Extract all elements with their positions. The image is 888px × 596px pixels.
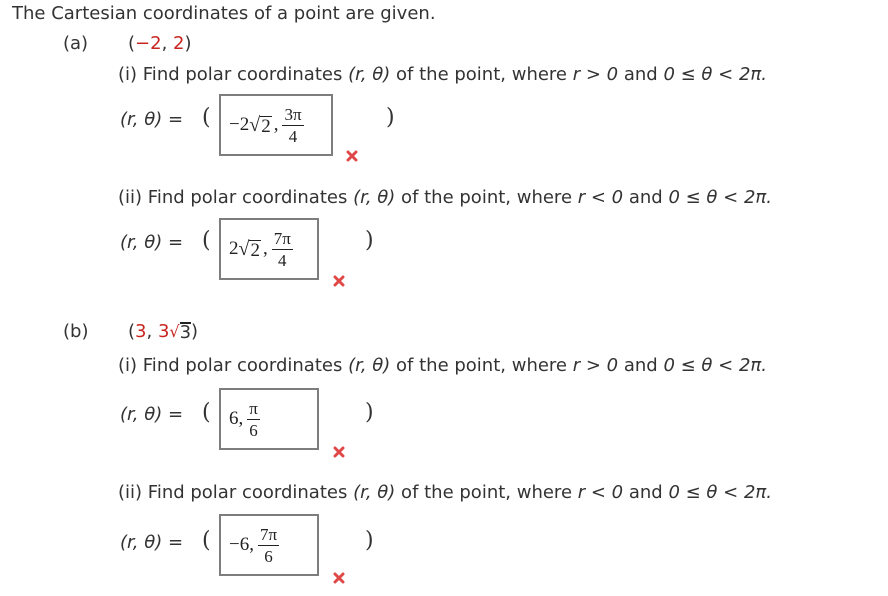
condition-theta: 0 ≤ θ < 2π.	[663, 355, 767, 376]
condition-theta: 0 ≤ θ < 2π.	[668, 187, 772, 208]
prompt-text: of the point, where	[395, 187, 578, 208]
r-radicand: 2	[260, 115, 272, 137]
open-paren: (	[202, 528, 211, 553]
close-paren: )	[365, 400, 374, 425]
r-coef: 2	[229, 238, 239, 259]
answer-expression: 2 √ 2, 7π 4	[229, 220, 293, 278]
point-y-coef: 3	[157, 321, 170, 342]
point-x: −2	[135, 33, 162, 54]
point-open-paren: (	[128, 321, 136, 342]
prompt-text: and	[618, 355, 664, 376]
theta-fraction: 3π 4	[282, 104, 304, 146]
theta-den: 6	[249, 420, 258, 440]
sqrt: √ 2	[238, 237, 261, 261]
answer-expression: −6, 7π 6	[229, 516, 280, 574]
x-mark-icon	[333, 446, 345, 458]
close-paren: )	[365, 228, 374, 253]
question-title: The Cartesian coordinates of a point are…	[12, 3, 436, 24]
part-b-ii-eq-label: (r, θ) =	[120, 532, 183, 554]
part-b-i-answer-input[interactable]: 6, π6	[219, 388, 319, 450]
answer-expression: −2 √ 2, 3π 4	[229, 96, 304, 154]
condition-r: r > 0	[572, 64, 619, 85]
part-b-i-eq-label: (r, θ) =	[120, 404, 183, 426]
point-close-paren: )	[184, 33, 192, 54]
part-a-point: (−2, 2)	[128, 33, 192, 55]
condition-r: r < 0	[577, 482, 624, 503]
theta-den: 4	[288, 126, 298, 146]
open-paren: (	[202, 228, 211, 253]
open-paren: (	[202, 400, 211, 425]
close-paren: )	[365, 528, 374, 553]
part-b-ii-prompt: (ii) Find polar coordinates (r, θ) of th…	[118, 482, 772, 503]
prompt-text: and	[623, 187, 669, 208]
condition-r: r < 0	[577, 187, 624, 208]
point-close-paren: )	[191, 321, 199, 342]
part-a-ii-eq-label: (r, θ) =	[120, 232, 183, 254]
prompt-text: of the point, where	[390, 64, 573, 85]
x-mark-icon	[333, 572, 345, 584]
r-coef: 2	[239, 114, 250, 135]
eq-label-text: (r, θ) =	[120, 232, 184, 253]
sqrt: √ 2	[249, 113, 272, 137]
prompt-text: (i) Find polar coordinates	[118, 64, 349, 85]
eq-label-text: (r, θ) =	[120, 532, 184, 553]
prompt-text: (ii) Find polar coordinates	[118, 187, 354, 208]
prompt-text: (ii) Find polar coordinates	[118, 482, 354, 503]
prompt-vars: (r, θ)	[348, 355, 391, 376]
part-a-ii-answer-input[interactable]: 2 √ 2, 7π 4	[219, 218, 319, 280]
condition-theta: 0 ≤ θ < 2π.	[668, 482, 772, 503]
open-paren: (	[202, 105, 211, 130]
condition-r: r > 0	[572, 355, 619, 376]
x-mark-icon	[333, 275, 345, 287]
prompt-vars: (r, θ)	[353, 482, 396, 503]
part-a-ii-prompt: (ii) Find polar coordinates (r, θ) of th…	[118, 187, 772, 208]
close-paren: )	[386, 105, 395, 130]
prompt-vars: (r, θ)	[353, 187, 396, 208]
theta-den: 6	[264, 546, 273, 566]
part-b-i-prompt: (i) Find polar coordinates (r, θ) of the…	[118, 355, 767, 376]
point-sep: ,	[146, 321, 158, 342]
r-value: −6	[229, 534, 250, 555]
theta-num: 7π	[271, 228, 293, 250]
r-value: 6	[229, 408, 239, 429]
part-a-i-eq-label: (r, θ) =	[120, 109, 183, 131]
part-a-i-prompt: (i) Find polar coordinates (r, θ) of the…	[118, 64, 767, 85]
answer-expression: 6, π6	[229, 390, 260, 448]
sep: ,	[238, 408, 244, 429]
theta-fraction: 7π 6	[257, 524, 280, 566]
part-b-point: (3, 3 √ 3)	[128, 321, 198, 343]
prompt-text: and	[623, 482, 669, 503]
r-sign: −	[229, 114, 240, 135]
part-b-label: (b)	[63, 321, 89, 342]
theta-fraction: π6	[247, 400, 260, 439]
point-y: 2	[173, 33, 185, 54]
theta-num: 7π	[257, 524, 280, 546]
sep: ,	[262, 238, 268, 259]
r-radicand: 2	[249, 239, 261, 261]
part-a-i-answer-input[interactable]: −2 √ 2, 3π 4	[219, 94, 333, 156]
eq-label-text: (r, θ) =	[120, 404, 184, 425]
theta-num: π	[247, 398, 260, 420]
eq-label-text: (r, θ) =	[120, 109, 184, 130]
part-b-ii-answer-input[interactable]: −6, 7π 6	[219, 514, 319, 576]
point-sep: ,	[161, 33, 174, 54]
prompt-text: and	[618, 64, 664, 85]
sqrt: √ 3	[169, 322, 192, 344]
prompt-text: (i) Find polar coordinates	[118, 355, 349, 376]
theta-fraction: 7π 4	[271, 228, 293, 270]
sep: ,	[249, 534, 254, 555]
sep: ,	[273, 114, 279, 135]
prompt-text: of the point, where	[395, 482, 578, 503]
part-a-label: (a)	[63, 33, 89, 54]
prompt-text: of the point, where	[390, 355, 573, 376]
point-x: 3	[135, 321, 147, 342]
prompt-vars: (r, θ)	[348, 64, 391, 85]
theta-den: 4	[278, 250, 287, 270]
point-open-paren: (	[128, 33, 136, 54]
theta-num: 3π	[282, 104, 304, 126]
point-y-radicand: 3	[179, 322, 192, 344]
condition-theta: 0 ≤ θ < 2π.	[663, 64, 767, 85]
x-mark-icon	[346, 150, 358, 162]
